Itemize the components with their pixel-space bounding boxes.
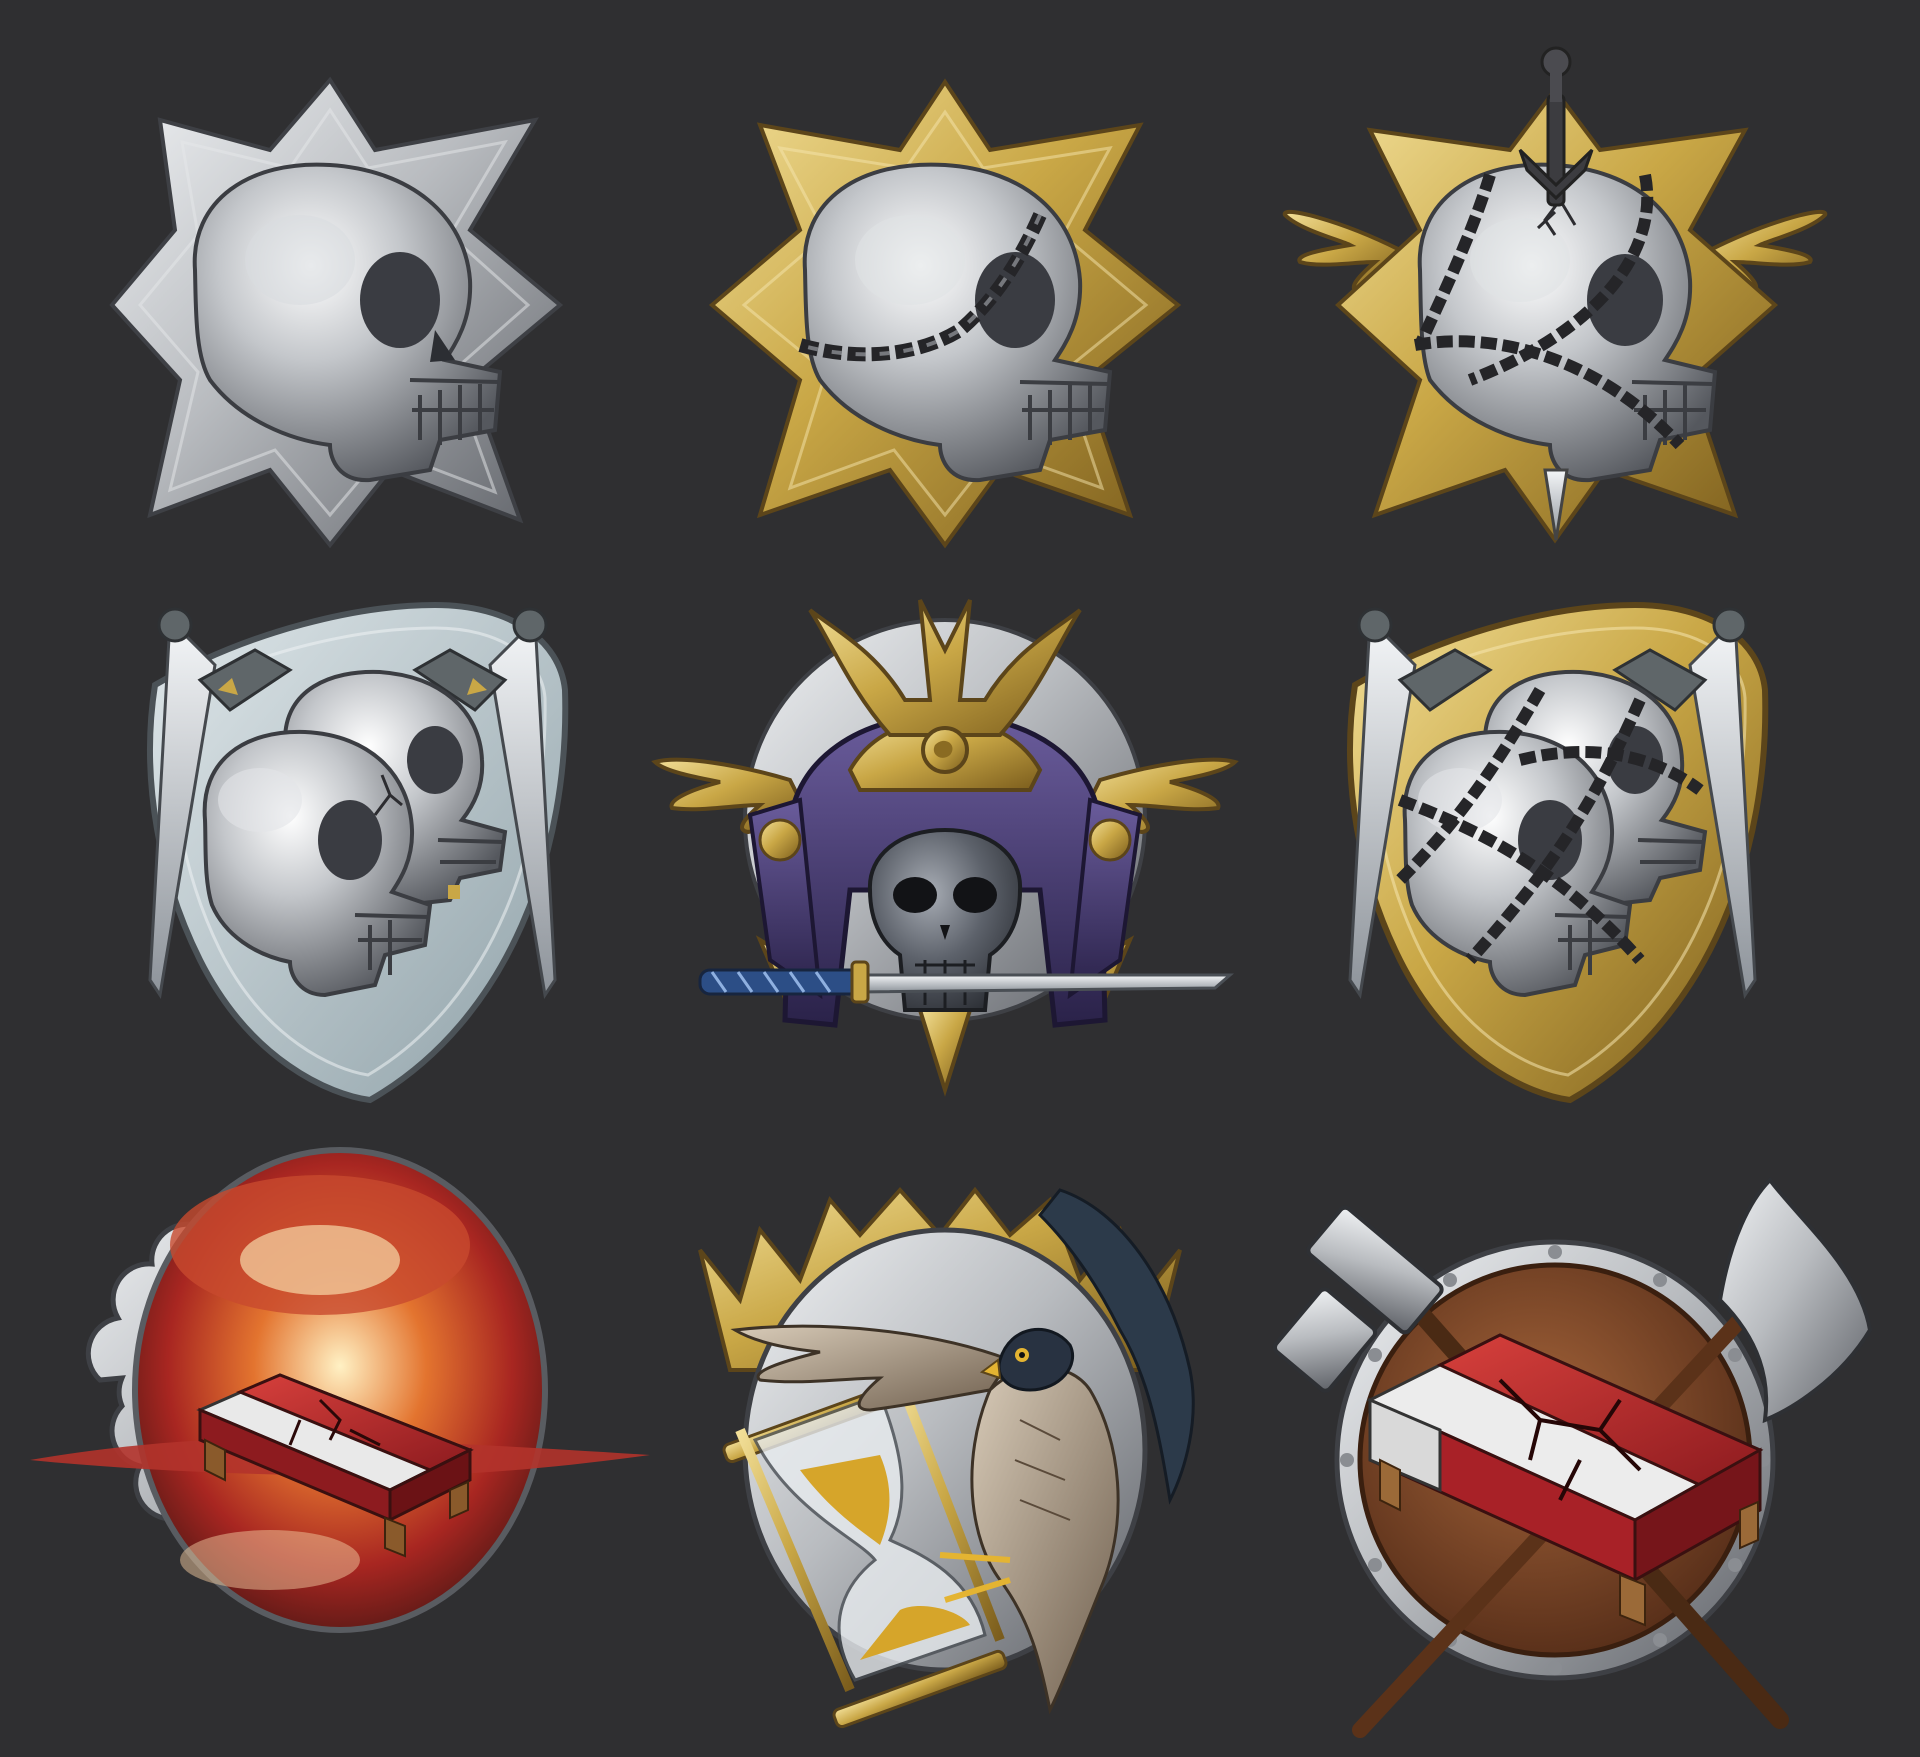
badge-grid	[0, 0, 1920, 1757]
samurai-helmet-skull-katana-icon	[651, 599, 1239, 1097]
skull-spiked-silver-star-icon	[109, 76, 564, 549]
twin-skulls-silver-shield-icon	[147, 601, 569, 1104]
falcon-hourglass-crown-icon	[698, 1186, 1195, 1729]
skull-chained-gold-star-icon	[708, 78, 1182, 549]
badge-canvas	[30, 46, 1873, 1738]
twin-skulls-chained-gold-shield-icon	[1347, 601, 1769, 1104]
broken-bed-explosion-icon	[30, 1147, 650, 1633]
broken-bed-hammer-axe-shield-icon	[1272, 1176, 1873, 1738]
skull-chained-winged-sword-icon	[1282, 46, 1828, 544]
